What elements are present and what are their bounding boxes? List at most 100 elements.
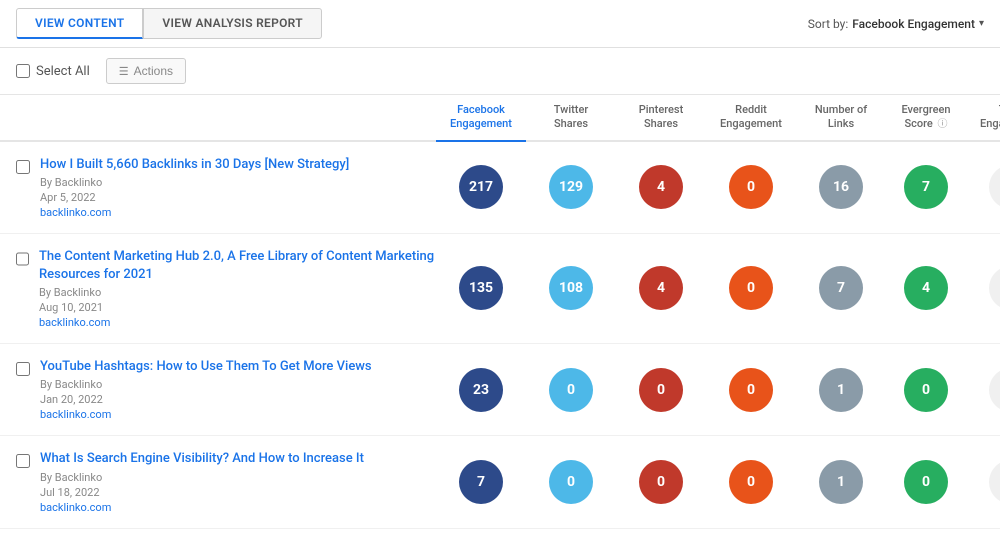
metric-evergreen-3: 0	[886, 460, 966, 504]
row-by-2: By Backlinko	[40, 378, 372, 391]
col-header-content	[16, 101, 436, 134]
circle-links-1: 7	[819, 266, 863, 310]
tab-view-content[interactable]: VIEW CONTENT	[16, 8, 143, 39]
metric-evergreen-1: 4	[886, 266, 966, 310]
col-header-reddit[interactable]: RedditEngagement	[706, 101, 796, 134]
row-left-2: YouTube Hashtags: How to Use Them To Get…	[16, 358, 436, 421]
circle-evergreen-1: 4	[904, 266, 948, 310]
circle-facebook-0: 217	[459, 165, 503, 209]
circle-pinterest-3: 0	[639, 460, 683, 504]
row-by-3: By Backlinko	[40, 471, 364, 484]
row-domain-3[interactable]: backlinko.com	[40, 501, 364, 514]
content-rows: How I Built 5,660 Backlinks in 30 Days […	[0, 142, 1000, 529]
circle-reddit-0: 0	[729, 165, 773, 209]
metric-links-1: 7	[796, 266, 886, 310]
col-header-facebook[interactable]: FacebookEngagement	[436, 101, 526, 142]
table-row: What Is Search Engine Visibility? And Ho…	[0, 436, 1000, 528]
metric-total-1: 247	[966, 266, 1000, 310]
metric-links-3: 1	[796, 460, 886, 504]
toolbar-left: Select All ☰ Actions	[16, 58, 186, 84]
circle-reddit-3: 0	[729, 460, 773, 504]
col-header-links[interactable]: Number ofLinks	[796, 101, 886, 134]
row-by-1: By Backlinko	[39, 286, 436, 299]
select-all-wrap: Select All	[16, 64, 90, 79]
top-bar: VIEW CONTENT VIEW ANALYSIS REPORT Sort b…	[0, 0, 1000, 48]
metric-pinterest-0: 4	[616, 165, 706, 209]
row-title-0[interactable]: How I Built 5,660 Backlinks in 30 Days […	[40, 156, 349, 174]
circle-evergreen-0: 7	[904, 165, 948, 209]
row-title-1[interactable]: The Content Marketing Hub 2.0, A Free Li…	[39, 248, 436, 284]
circle-total-1: 247	[989, 266, 1000, 310]
row-checkbox-0[interactable]	[16, 160, 30, 174]
circle-twitter-1: 108	[549, 266, 593, 310]
row-date-2: Jan 20, 2022	[40, 393, 372, 406]
metric-reddit-3: 0	[706, 460, 796, 504]
row-title-3[interactable]: What Is Search Engine Visibility? And Ho…	[40, 450, 364, 468]
circle-pinterest-2: 0	[639, 368, 683, 412]
row-info-0: How I Built 5,660 Backlinks in 30 Days […	[40, 156, 349, 219]
row-by-0: By Backlinko	[40, 176, 349, 189]
circle-facebook-3: 7	[459, 460, 503, 504]
list-icon: ☰	[119, 65, 129, 78]
row-checkbox-3[interactable]	[16, 454, 30, 468]
circle-twitter-0: 129	[549, 165, 593, 209]
col-header-twitter[interactable]: TwitterShares	[526, 101, 616, 134]
metric-facebook-1: 135	[436, 266, 526, 310]
actions-button[interactable]: ☰ Actions	[106, 58, 186, 84]
col-header-evergreen[interactable]: EvergreenScore ⓘ	[886, 101, 966, 134]
circle-pinterest-0: 4	[639, 165, 683, 209]
row-checkbox-2[interactable]	[16, 362, 30, 376]
metric-evergreen-2: 0	[886, 368, 966, 412]
row-title-2[interactable]: YouTube Hashtags: How to Use Them To Get…	[40, 358, 372, 376]
row-info-3: What Is Search Engine Visibility? And Ho…	[40, 450, 364, 513]
row-domain-1[interactable]: backlinko.com	[39, 316, 436, 329]
circle-links-0: 16	[819, 165, 863, 209]
row-domain-2[interactable]: backlinko.com	[40, 408, 372, 421]
metric-evergreen-0: 7	[886, 165, 966, 209]
row-info-1: The Content Marketing Hub 2.0, A Free Li…	[39, 248, 436, 329]
metric-reddit-2: 0	[706, 368, 796, 412]
col-header-total[interactable]: TotalEngagement	[966, 101, 1000, 134]
actions-label: Actions	[134, 64, 173, 78]
col-header-pinterest[interactable]: PinterestShares	[616, 101, 706, 134]
row-domain-0[interactable]: backlinko.com	[40, 206, 349, 219]
metric-twitter-2: 0	[526, 368, 616, 412]
info-icon: ⓘ	[938, 119, 948, 130]
toolbar: Select All ☰ Actions	[0, 48, 1000, 95]
table-row: How I Built 5,660 Backlinks in 30 Days […	[0, 142, 1000, 234]
metric-reddit-0: 0	[706, 165, 796, 209]
circle-reddit-1: 0	[729, 266, 773, 310]
metric-total-3: 7	[966, 460, 1000, 504]
chevron-down-icon: ▾	[979, 18, 984, 29]
row-date-1: Aug 10, 2021	[39, 301, 436, 314]
metric-facebook-2: 23	[436, 368, 526, 412]
tab-view-analysis[interactable]: VIEW ANALYSIS REPORT	[143, 8, 321, 39]
row-date-3: Jul 18, 2022	[40, 486, 364, 499]
circle-evergreen-3: 0	[904, 460, 948, 504]
row-checkbox-1[interactable]	[16, 252, 29, 266]
metric-pinterest-3: 0	[616, 460, 706, 504]
metric-links-2: 1	[796, 368, 886, 412]
select-all-checkbox[interactable]	[16, 64, 30, 78]
row-left-1: The Content Marketing Hub 2.0, A Free Li…	[16, 248, 436, 329]
circle-evergreen-2: 0	[904, 368, 948, 412]
circle-reddit-2: 0	[729, 368, 773, 412]
sort-by-label: Sort by:	[808, 17, 849, 31]
metric-links-0: 16	[796, 165, 886, 209]
metric-pinterest-1: 4	[616, 266, 706, 310]
metric-pinterest-2: 0	[616, 368, 706, 412]
row-date-0: Apr 5, 2022	[40, 191, 349, 204]
circle-facebook-2: 23	[459, 368, 503, 412]
metric-total-0: 350	[966, 165, 1000, 209]
circle-total-2: 23	[989, 368, 1000, 412]
circle-total-3: 7	[989, 460, 1000, 504]
circle-twitter-3: 0	[549, 460, 593, 504]
metric-twitter-1: 108	[526, 266, 616, 310]
circle-twitter-2: 0	[549, 368, 593, 412]
circle-facebook-1: 135	[459, 266, 503, 310]
select-all-label: Select All	[36, 64, 90, 79]
sort-control[interactable]: Sort by: Facebook Engagement ▾	[808, 17, 984, 31]
table-row: The Content Marketing Hub 2.0, A Free Li…	[0, 234, 1000, 344]
metric-twitter-0: 129	[526, 165, 616, 209]
row-info-2: YouTube Hashtags: How to Use Them To Get…	[40, 358, 372, 421]
